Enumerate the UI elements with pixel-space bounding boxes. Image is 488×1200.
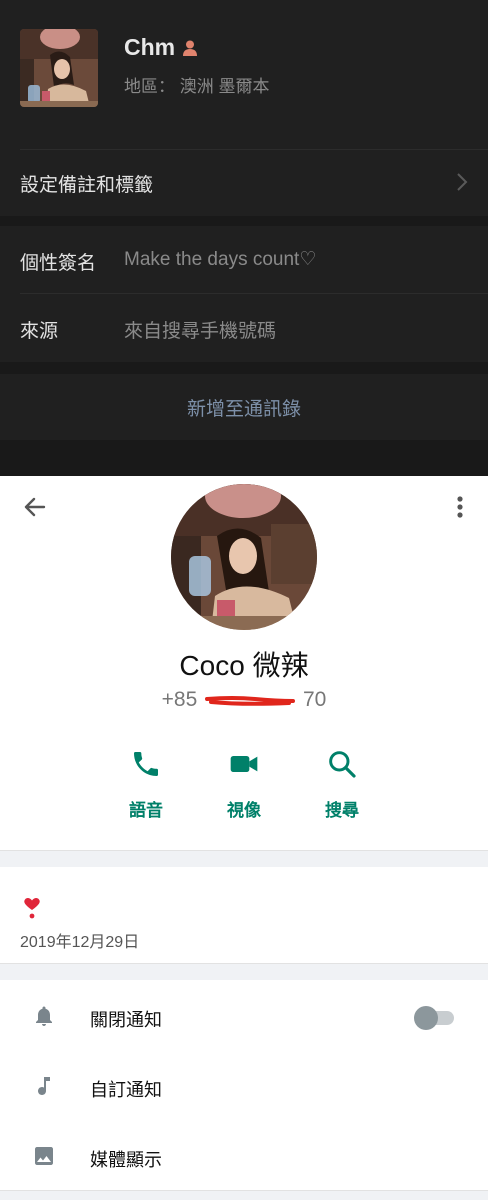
image-icon <box>35 1147 53 1165</box>
signature-value: Make the days count♡ <box>124 249 317 270</box>
redaction-scribble <box>205 696 296 706</box>
source-value: 來自搜尋手機號碼 <box>124 321 277 342</box>
profile-name: Chm <box>124 34 176 60</box>
mute-notifications-row[interactable]: 關閉通知 <box>0 982 488 1050</box>
music-note-icon <box>38 1077 50 1095</box>
female-person-icon <box>183 40 198 56</box>
mute-notifications-label: 關閉通知 <box>90 1010 162 1030</box>
custom-notifications-label: 自訂通知 <box>90 1080 162 1100</box>
phone-suffix: 70 <box>302 688 327 711</box>
contact-info-screen: Coco 微辣 +85 70 語音 視像 搜尋 2019年12月29日 關閉通知… <box>0 476 488 1200</box>
contact-avatar[interactable] <box>171 484 317 630</box>
source-row: 來源 來自搜尋手機號碼 <box>0 294 488 362</box>
search-icon <box>329 751 356 778</box>
signature-row: 個性簽名 Make the days count♡ <box>0 226 488 294</box>
custom-notifications-row[interactable]: 自訂通知 <box>0 1052 488 1120</box>
section-gap <box>0 964 488 980</box>
heart-exclamation-icon <box>24 898 40 919</box>
info-card: 個性簽名 Make the days count♡ 來源 來自搜尋手機號碼 <box>0 226 488 362</box>
video-call-button[interactable]: 視像 <box>204 748 284 821</box>
voice-call-label: 語音 <box>129 801 163 820</box>
source-key: 來源 <box>20 321 59 342</box>
voice-call-button[interactable]: 語音 <box>106 748 186 821</box>
profile-region: 地區： 澳洲 墨爾本 <box>124 77 270 96</box>
quick-actions: 語音 視像 搜尋 <box>0 748 488 828</box>
search-label: 搜尋 <box>325 801 359 820</box>
remark-tags-label: 設定備註和標籤 <box>20 175 154 196</box>
divider <box>0 963 488 964</box>
toggle-knob <box>414 1006 438 1030</box>
phone-icon <box>134 752 158 776</box>
phone-prefix: +85 <box>161 688 198 711</box>
media-visibility-label: 媒體顯示 <box>90 1150 162 1170</box>
section-gap <box>0 1191 488 1200</box>
back-arrow-icon[interactable] <box>22 494 48 520</box>
video-icon <box>230 756 258 772</box>
video-call-label: 視像 <box>227 801 261 820</box>
remark-tags-row[interactable]: 設定備註和標籤 <box>0 150 488 216</box>
signature-key: 個性簽名 <box>20 253 97 274</box>
about-date: 2019年12月29日 <box>20 934 140 951</box>
contact-name: Coco 微辣 <box>179 650 309 681</box>
profile-name-row: Chm <box>124 34 199 61</box>
section-gap <box>0 851 488 867</box>
add-to-contacts-button[interactable]: 新增至通訊錄 <box>0 394 488 421</box>
mute-notifications-toggle[interactable] <box>414 1006 454 1030</box>
add-contact-card: 新增至通訊錄 <box>0 374 488 440</box>
bell-icon <box>36 1006 52 1026</box>
chevron-right-icon <box>457 173 468 191</box>
profile-card: Chm 地區： 澳洲 墨爾本 設定備註和標籤 <box>0 0 488 216</box>
phone-number: +85 70 <box>0 688 488 712</box>
search-button[interactable]: 搜尋 <box>302 748 382 821</box>
more-options-icon[interactable] <box>452 494 468 520</box>
media-visibility-row[interactable]: 媒體顯示 <box>0 1122 488 1190</box>
profile-screen: Chm 地區： 澳洲 墨爾本 設定備註和標籤 個性簽名 Make the day… <box>0 0 488 476</box>
profile-avatar[interactable] <box>20 29 98 107</box>
